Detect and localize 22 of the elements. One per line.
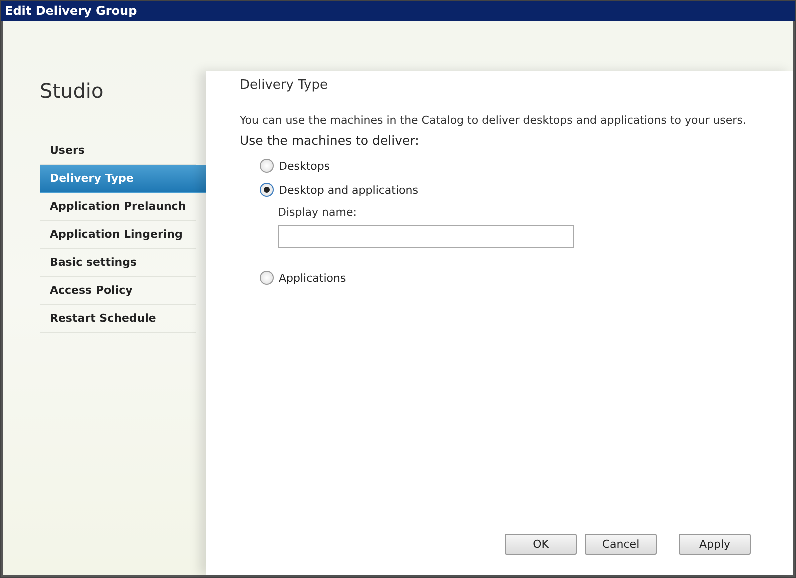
nav-item[interactable]: Application Prelaunch <box>40 193 196 221</box>
prompt-text: Use the machines to deliver: <box>240 133 420 148</box>
radio-button[interactable] <box>260 271 274 285</box>
nav-item[interactable]: Basic settings <box>40 249 196 277</box>
nav-item[interactable]: Access Policy <box>40 277 196 305</box>
radio-button[interactable] <box>260 159 274 173</box>
dialog-button[interactable]: OK <box>505 534 577 555</box>
nav-item[interactable]: Restart Schedule <box>40 305 196 333</box>
sidebar-title: Studio <box>40 79 105 105</box>
input-field[interactable] <box>278 225 574 248</box>
option-label[interactable]: Applications <box>279 272 346 284</box>
nav-item[interactable]: Application Lingering <box>40 221 196 249</box>
window-title: Edit Delivery Group <box>1 1 795 21</box>
option-label[interactable]: Desktop and applications <box>279 184 418 196</box>
field-label: Display name: <box>278 206 358 219</box>
dialog-button[interactable]: Cancel <box>585 534 657 555</box>
page-heading: Delivery Type <box>240 78 329 95</box>
nav-item[interactable]: Delivery Type <box>40 165 206 193</box>
radio-button[interactable] <box>260 183 274 197</box>
dialog-button[interactable]: Apply <box>679 534 751 555</box>
option-label[interactable]: Desktops <box>279 160 330 172</box>
intro-text: You can use the machines in the Catalog to deliver desktops and applications to your users. <box>240 114 748 127</box>
